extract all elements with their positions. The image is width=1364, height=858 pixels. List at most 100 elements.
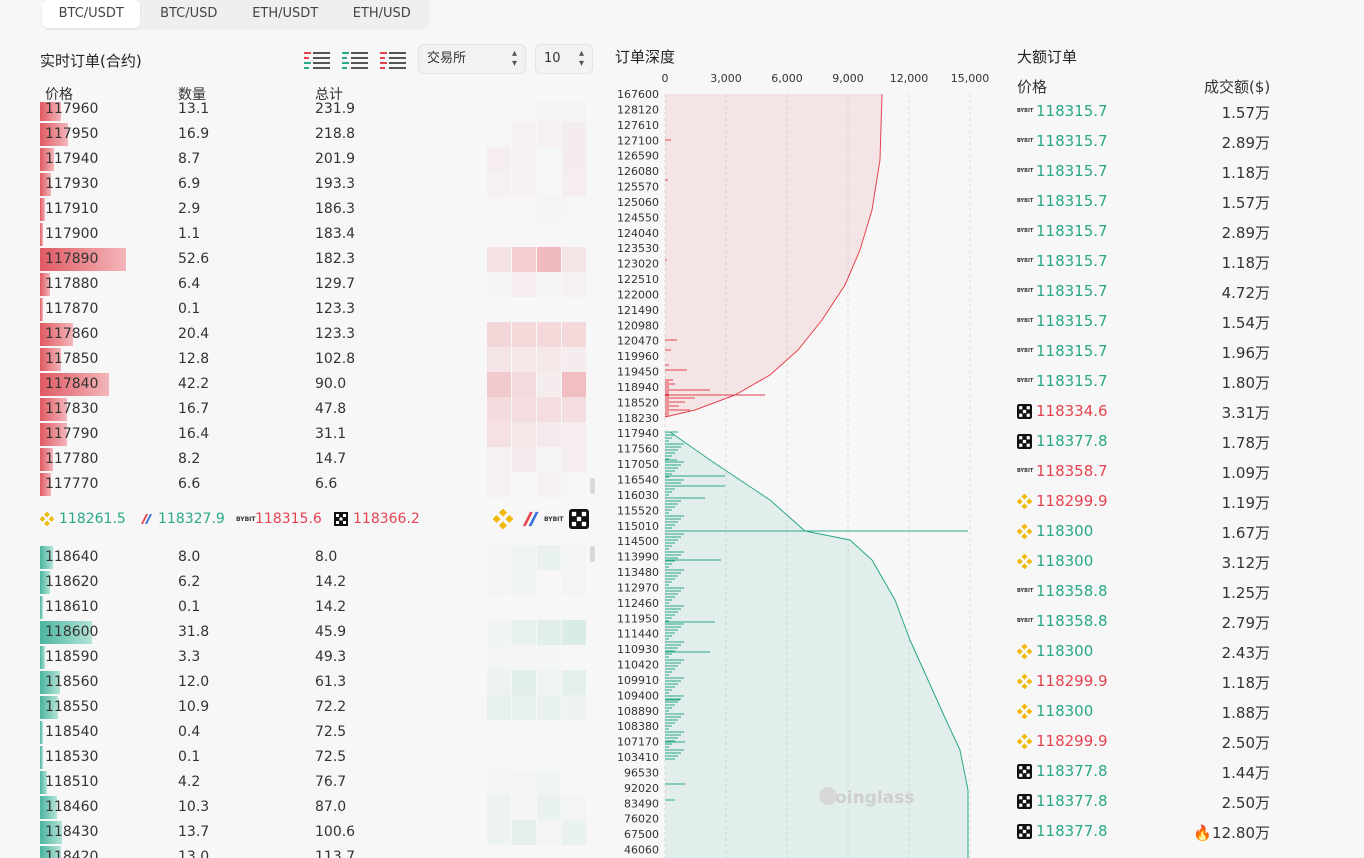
ask-row[interactable]: 117940 8.7 201.9	[38, 147, 598, 172]
ask-total: 218.8	[315, 126, 356, 142]
ask-row[interactable]: 117860 20.4 123.3	[38, 322, 598, 347]
big-order-row[interactable]: 118377.8 1.44万	[1016, 758, 1286, 788]
bid-row[interactable]: 118550 10.9 72.2	[38, 695, 598, 720]
bid-row[interactable]: 118560 12.0 61.3	[38, 670, 598, 695]
ask-price: 117770	[45, 476, 99, 492]
bid-qty: 13.0	[178, 849, 210, 858]
big-order-row[interactable]: 118377.8 1.78万	[1016, 428, 1286, 458]
tab-btc-usdt[interactable]: BTC/USDT	[42, 0, 141, 28]
okx-icon[interactable]	[569, 509, 589, 529]
ask-row[interactable]: 117880 6.4 129.7	[38, 272, 598, 297]
big-order-amount-value: 1.54万	[1221, 314, 1270, 332]
big-order-row[interactable]: BYBIT 118358.8 2.79万	[1016, 608, 1286, 638]
bid-row[interactable]: 118620 6.2 14.2	[38, 570, 598, 595]
bybit-icon[interactable]: BYBIT	[544, 516, 564, 523]
big-order-amount-value: 1.80万	[1221, 374, 1270, 392]
big-order-row[interactable]: BYBIT 118315.7 1.57万	[1016, 98, 1286, 128]
bid-row[interactable]: 118530 0.1 72.5	[38, 745, 598, 770]
ask-row[interactable]: 117780 8.2 14.7	[38, 447, 598, 472]
bid-row[interactable]: 118640 8.0 8.0	[38, 545, 598, 570]
ask-total: 90.0	[315, 376, 347, 392]
tab-btc-usd[interactable]: BTC/USD	[140, 0, 237, 28]
y-tick-label: 117560	[617, 443, 659, 456]
view-asks-icon[interactable]	[380, 50, 408, 70]
big-order-row[interactable]: 118299.9 1.19万	[1016, 488, 1286, 518]
exchange-select[interactable]: 交易所 ▴ ▾	[418, 44, 526, 74]
bids-scrollbar[interactable]	[590, 546, 595, 562]
bid-qty: 0.1	[178, 599, 201, 615]
view-both-icon[interactable]	[304, 50, 332, 70]
big-order-row[interactable]: BYBIT 118358.7 1.09万	[1016, 458, 1286, 488]
big-order-row[interactable]: 118300 1.88万	[1016, 698, 1286, 728]
asks-scrollbar[interactable]	[590, 478, 595, 494]
ask-row[interactable]: 117870 0.1 123.3	[38, 297, 598, 322]
exchange-heat-cell	[487, 222, 511, 247]
big-order-row[interactable]: 118300 3.12万	[1016, 548, 1286, 578]
y-tick-label: 108380	[617, 720, 659, 733]
bid-row[interactable]: 118590 3.3 49.3	[38, 645, 598, 670]
big-order-row[interactable]: 118377.8 2.50万	[1016, 788, 1286, 818]
big-order-row[interactable]: BYBIT 118315.7 1.18万	[1016, 248, 1286, 278]
big-order-row[interactable]: BYBIT 118315.7 1.54万	[1016, 308, 1286, 338]
bid-price: 118540	[45, 724, 99, 740]
big-order-amount: 4.72万	[1222, 282, 1270, 303]
big-orders-title: 大额订单	[1017, 48, 1078, 66]
bid-row[interactable]: 118460 10.3 87.0	[38, 795, 598, 820]
ask-row[interactable]: 117770 6.6 6.6	[38, 472, 598, 497]
ask-price: 117950	[45, 126, 99, 142]
bid-row[interactable]: 118600 31.8 45.9	[38, 620, 598, 645]
big-order-amount: 1.78万	[1222, 432, 1270, 453]
big-order-row[interactable]: BYBIT 118315.7 1.80万	[1016, 368, 1286, 398]
bid-row[interactable]: 118540 0.4 72.5	[38, 720, 598, 745]
ask-row[interactable]: 117830 16.7 47.8	[38, 397, 598, 422]
view-bids-icon[interactable]	[342, 50, 370, 70]
big-order-row[interactable]: 118299.9 1.18万	[1016, 668, 1286, 698]
bid-row[interactable]: 118430 13.7 100.6	[38, 820, 598, 845]
ask-row[interactable]: 117890 52.6 182.3	[38, 247, 598, 272]
exchange-heat-cell	[512, 845, 536, 858]
big-order-price: 118315.7	[1036, 252, 1108, 270]
binance-icon[interactable]	[493, 509, 513, 529]
bitmex-icon[interactable]	[520, 509, 540, 529]
ask-total: 102.8	[315, 351, 356, 367]
big-order-row[interactable]: 118334.6 3.31万	[1016, 398, 1286, 428]
ask-row[interactable]: 117930 6.9 193.3	[38, 172, 598, 197]
ask-row[interactable]: 117790 16.4 31.1	[38, 422, 598, 447]
ask-row[interactable]: 117840 42.2 90.0	[38, 372, 598, 397]
depth-chart: 0 3,000 6,000 9,000 12,000 15,000 167600 128120…	[617, 72, 989, 858]
bid-row[interactable]: 118610 0.1 14.2	[38, 595, 598, 620]
bid-price: 118420	[45, 849, 99, 858]
exchange-heat-cell	[512, 645, 536, 670]
ask-row[interactable]: 117900 1.1 183.4	[38, 222, 598, 247]
depth-select[interactable]: 10 ▴ ▾	[535, 44, 593, 74]
tab-eth-usd[interactable]: ETH/USD	[333, 0, 430, 28]
big-order-row[interactable]: BYBIT 118315.7 4.72万	[1016, 278, 1286, 308]
ask-row[interactable]: 117910 2.9 186.3	[38, 197, 598, 222]
exchange-heat-cell	[512, 322, 536, 347]
bid-row[interactable]: 118420 13.0 113.7	[38, 845, 598, 858]
bid-total: 72.2	[315, 699, 347, 715]
big-order-row[interactable]: BYBIT 118315.7 2.89万	[1016, 218, 1286, 248]
exchange-heat-cell	[487, 545, 511, 570]
big-order-amount: 1.19万	[1222, 492, 1270, 513]
big-order-row[interactable]: BYBIT 118315.7 1.57万	[1016, 188, 1286, 218]
ask-row[interactable]: 117950 16.9 218.8	[38, 122, 598, 147]
bid-price: 118560	[45, 674, 99, 690]
big-order-row[interactable]: 118300 2.43万	[1016, 638, 1286, 668]
ask-row[interactable]: 117960 13.1 231.9	[38, 102, 598, 122]
big-order-row[interactable]: BYBIT 118358.8 1.25万	[1016, 578, 1286, 608]
big-order-row[interactable]: 118299.9 2.50万	[1016, 728, 1286, 758]
ask-row[interactable]: 117850 12.8 102.8	[38, 347, 598, 372]
big-order-row[interactable]: 118300 1.67万	[1016, 518, 1286, 548]
big-order-row[interactable]: BYBIT 118315.7 2.89万	[1016, 128, 1286, 158]
big-order-row[interactable]: BYBIT 118315.7 1.18万	[1016, 158, 1286, 188]
tab-eth-usdt[interactable]: ETH/USDT	[237, 0, 334, 28]
big-order-price: 118377.8	[1036, 762, 1108, 780]
exchange-heat-cell	[537, 795, 561, 820]
big-order-row[interactable]: 118377.8 🔥12.80万	[1016, 818, 1286, 848]
y-tick-label: 114500	[617, 535, 659, 548]
exchange-heat-cell	[562, 172, 586, 197]
big-order-row[interactable]: BYBIT 118315.7 1.96万	[1016, 338, 1286, 368]
exchange-heat-cell	[487, 845, 511, 858]
bid-row[interactable]: 118510 4.2 76.7	[38, 770, 598, 795]
